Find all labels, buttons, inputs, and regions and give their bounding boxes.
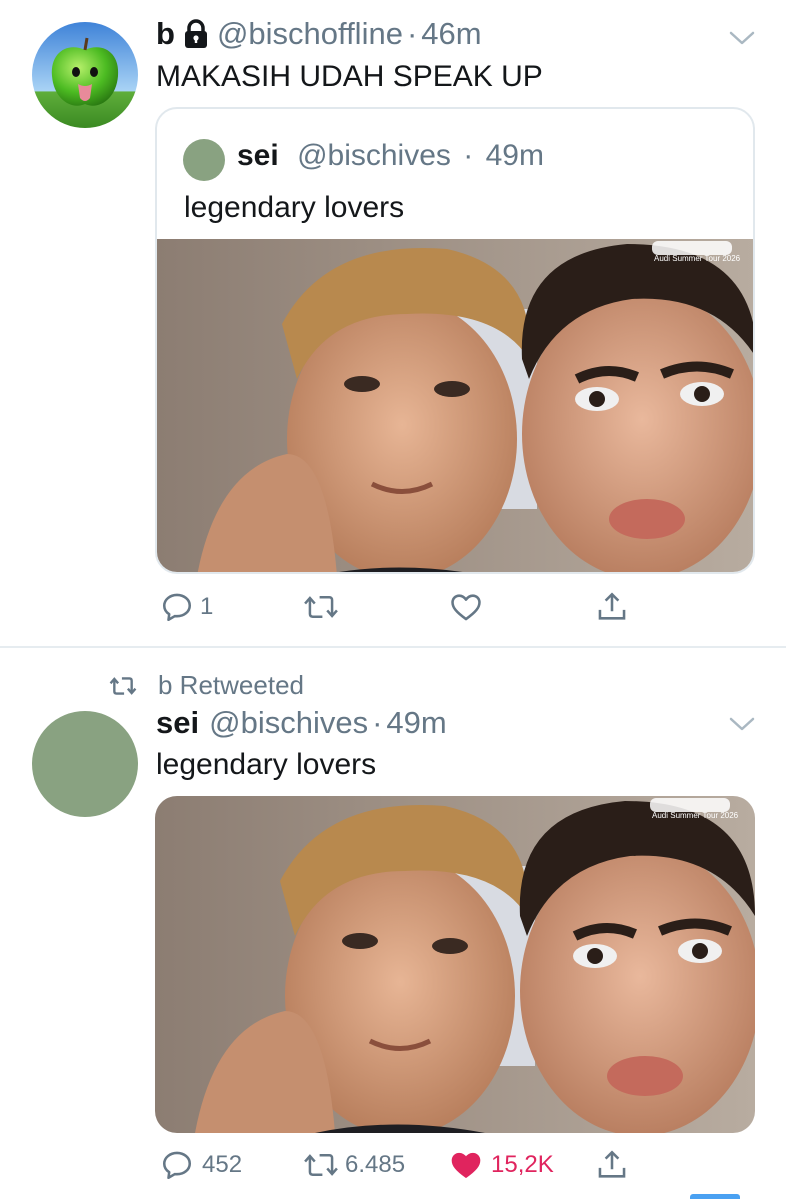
media-caption: Audi Summer Tour 2026 [652,811,739,820]
separator-dot: · [406,16,418,51]
tweet-header: sei @bischives · 49m [156,705,447,741]
tweet-text: MAKASIH UDAH SPEAK UP [156,60,543,93]
chevron-down-icon[interactable] [727,714,757,734]
media-caption: Audi Summer Tour 2026 [654,254,741,263]
retweet-context[interactable]: b Retweeted [106,670,304,701]
compose-button-edge[interactable] [690,1194,740,1199]
quote-avatar[interactable] [183,139,225,181]
share-button[interactable] [595,1148,629,1182]
reply-count: 1 [200,593,214,620]
handle[interactable]: @bischives [209,705,368,741]
tweet-text: legendary lovers [156,748,377,781]
timestamp[interactable]: 46m [421,16,481,52]
handle[interactable]: @bischoffline [217,16,403,52]
separator-dot: · [372,705,383,740]
display-name[interactable]: sei [156,705,199,741]
reply-icon [162,593,192,622]
quote-handle: @bischives [297,139,451,172]
share-icon [598,592,626,620]
quote-header: sei @bischives · 49m [237,139,544,173]
timestamp[interactable]: 49m [386,705,446,741]
lock-icon [183,19,209,49]
like-button[interactable] [449,590,483,624]
like-count: 15,2K [491,1151,554,1178]
quoted-tweet[interactable]: sei @bischives · 49m legendary lovers Au… [155,107,755,574]
share-icon [598,1150,626,1178]
reply-count: 452 [202,1151,243,1178]
tweet-photo[interactable]: Audi Summer Tour 2026 [155,796,755,1133]
retweet-context-label: b Retweeted [158,670,304,700]
retweet-icon [304,1154,338,1176]
retweet-button[interactable]: 6.485 [303,1148,405,1182]
like-icon [451,594,481,621]
tweet-1[interactable]: b @bischoffline · 46m MAKASIH UDAH SPEAK… [0,0,786,646]
quote-display-name: sei [237,139,279,172]
display-name[interactable]: b [156,16,175,52]
quote-timestamp: 49m [485,139,544,172]
quote-text: legendary lovers [184,191,405,224]
tweet-header: b @bischoffline · 46m [156,16,482,52]
retweet-button[interactable] [303,590,339,624]
separator-dot: · [463,139,474,172]
tweet-divider [0,646,786,648]
reply-button[interactable]: 452 [160,1148,242,1182]
like-icon [451,1152,481,1178]
reply-button[interactable]: 1 [160,590,213,624]
avatar-bischives[interactable] [32,711,138,817]
chevron-down-icon[interactable] [727,28,757,48]
share-button[interactable] [595,590,629,624]
retweet-icon [304,596,338,618]
avatar-bischoffline[interactable] [32,22,138,128]
tweet-actions: 1 [0,590,786,630]
retweet-icon [109,676,137,695]
retweet-count: 6.485 [345,1151,406,1178]
like-button[interactable]: 15,2K [449,1148,554,1182]
tweet-photo[interactable]: Audi Summer Tour 2026 [157,239,753,572]
reply-icon [162,1151,192,1180]
tweet-actions: 452 6.485 15,2K [0,1148,786,1188]
